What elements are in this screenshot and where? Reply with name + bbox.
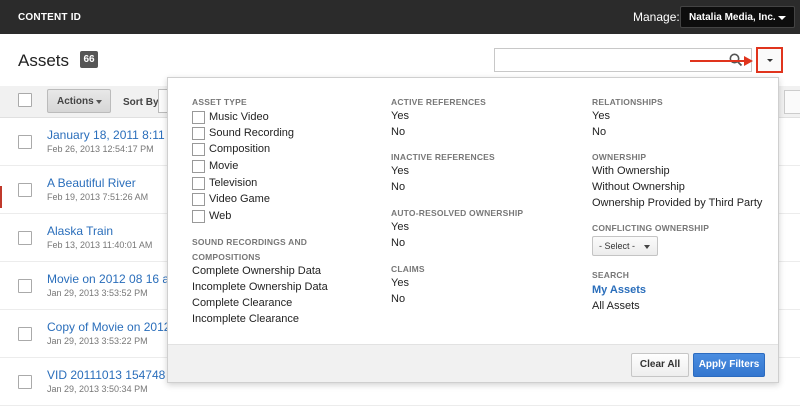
filter-all-assets[interactable]: All Assets <box>592 300 640 312</box>
selection-marker <box>0 186 2 208</box>
filter-panel: ASSET TYPE Music Video Sound Recording C… <box>167 77 779 383</box>
asset-type-heading: ASSET TYPE <box>192 97 247 107</box>
asset-date: Jan 29, 2013 3:53:52 PM <box>47 288 148 298</box>
clear-all-button[interactable]: Clear All <box>631 353 689 377</box>
asset-date: Jan 29, 2013 3:53:22 PM <box>47 336 148 346</box>
search-heading: SEARCH <box>592 270 630 280</box>
actions-button[interactable]: Actions <box>47 89 111 113</box>
filter-active-references-yes[interactable]: Yes <box>391 110 409 122</box>
actions-label: Actions <box>57 96 94 107</box>
asset-title-link[interactable]: Copy of Movie on 2012 0 <box>47 320 180 334</box>
checkbox[interactable] <box>192 210 205 223</box>
conflicting-ownership-heading: CONFLICTING OWNERSHIP <box>592 223 710 233</box>
auto-resolved-heading: AUTO-RESOLVED OWNERSHIP <box>391 208 524 218</box>
select-all-checkbox[interactable] <box>18 93 32 107</box>
app-title[interactable]: CONTENT ID <box>18 12 81 23</box>
filter-complete-clearance[interactable]: Complete Clearance <box>192 297 292 309</box>
row-checkbox[interactable] <box>18 375 32 389</box>
search-options-dropdown-button[interactable] <box>756 47 783 73</box>
caret-down-icon <box>644 245 650 249</box>
filter-ownership-third-party[interactable]: Ownership Provided by Third Party <box>592 197 762 209</box>
asset-title-link[interactable]: Movie on 2012 08 16 at 1 <box>47 272 182 286</box>
asset-date: Feb 13, 2013 11:40:01 AM <box>47 240 153 250</box>
inactive-references-heading: INACTIVE REFERENCES <box>391 152 495 162</box>
annotation-arrow-icon <box>690 56 753 66</box>
filter-claims-yes[interactable]: Yes <box>391 277 409 289</box>
filter-relationships-yes[interactable]: Yes <box>592 110 610 122</box>
checkbox-label: Sound Recording <box>209 127 295 139</box>
checkbox-label: Web <box>209 210 232 222</box>
row-checkbox[interactable] <box>18 183 32 197</box>
checkbox-label: Music Video <box>209 111 269 123</box>
filter-without-ownership[interactable]: Without Ownership <box>592 181 685 193</box>
toolbar-right-button[interactable] <box>784 90 800 114</box>
row-checkbox[interactable] <box>18 327 32 341</box>
filter-auto-resolved-no[interactable]: No <box>391 237 405 249</box>
filter-relationships-no[interactable]: No <box>592 126 606 138</box>
sound-recordings-heading-line2: COMPOSITIONS <box>192 252 261 262</box>
account-switcher-button[interactable]: Natalia Media, Inc. <box>680 6 795 28</box>
asset-title-link[interactable]: VID 20111013 154748 <box>47 368 165 382</box>
checkbox[interactable] <box>192 193 205 206</box>
checkbox-label: Video Game <box>209 193 270 205</box>
row-checkbox[interactable] <box>18 279 32 293</box>
ownership-heading: OWNERSHIP <box>592 152 647 162</box>
filter-claims-no[interactable]: No <box>391 293 405 305</box>
asset-date: Feb 19, 2013 7:51:26 AM <box>47 192 149 202</box>
asset-count-badge: 66 <box>80 51 98 68</box>
checkbox[interactable] <box>192 127 205 140</box>
filter-inactive-references-yes[interactable]: Yes <box>391 165 409 177</box>
filter-with-ownership[interactable]: With Ownership <box>592 165 670 177</box>
filter-inactive-references-no[interactable]: No <box>391 181 405 193</box>
asset-title-link[interactable]: January 18, 2011 8:11 A <box>47 128 175 142</box>
checkbox[interactable] <box>192 143 205 156</box>
filter-incomplete-clearance[interactable]: Incomplete Clearance <box>192 313 299 325</box>
account-name: Natalia Media, Inc. <box>689 12 776 23</box>
checkbox-label: Composition <box>209 143 271 155</box>
checkbox[interactable] <box>192 160 205 173</box>
caret-down-icon <box>96 100 102 104</box>
filter-incomplete-ownership-data[interactable]: Incomplete Ownership Data <box>192 281 328 293</box>
page-title: Assets <box>18 51 70 70</box>
active-references-heading: ACTIVE REFERENCES <box>391 97 487 107</box>
asset-date: Feb 26, 2013 12:54:17 PM <box>47 144 154 154</box>
asset-title-link[interactable]: A Beautiful River <box>47 176 136 190</box>
checkbox[interactable] <box>192 177 205 190</box>
checkbox-label: Television <box>209 177 258 189</box>
sort-by-label: Sort By <box>123 97 159 108</box>
apply-filters-button[interactable]: Apply Filters <box>693 353 765 377</box>
filter-my-assets[interactable]: My Assets <box>592 284 646 296</box>
filter-active-references-no[interactable]: No <box>391 126 405 138</box>
caret-down-icon <box>767 59 773 62</box>
filter-auto-resolved-yes[interactable]: Yes <box>391 221 409 233</box>
row-checkbox[interactable] <box>18 231 32 245</box>
filter-complete-ownership-data[interactable]: Complete Ownership Data <box>192 265 321 277</box>
claims-heading: CLAIMS <box>391 264 425 274</box>
relationships-heading: RELATIONSHIPS <box>592 97 663 107</box>
checkbox-label: Movie <box>209 160 239 172</box>
sound-recordings-heading-line1: SOUND RECORDINGS AND <box>192 237 308 247</box>
chevron-down-icon <box>778 16 786 20</box>
checkbox[interactable] <box>192 111 205 124</box>
row-checkbox[interactable] <box>18 135 32 149</box>
conflicting-ownership-select[interactable]: - Select - <box>592 236 658 256</box>
select-value: - Select - <box>599 241 636 251</box>
asset-title-link[interactable]: Alaska Train <box>47 224 113 238</box>
asset-date: Jan 29, 2013 3:50:34 PM <box>47 384 148 394</box>
manage-label: Manage: <box>633 10 680 24</box>
